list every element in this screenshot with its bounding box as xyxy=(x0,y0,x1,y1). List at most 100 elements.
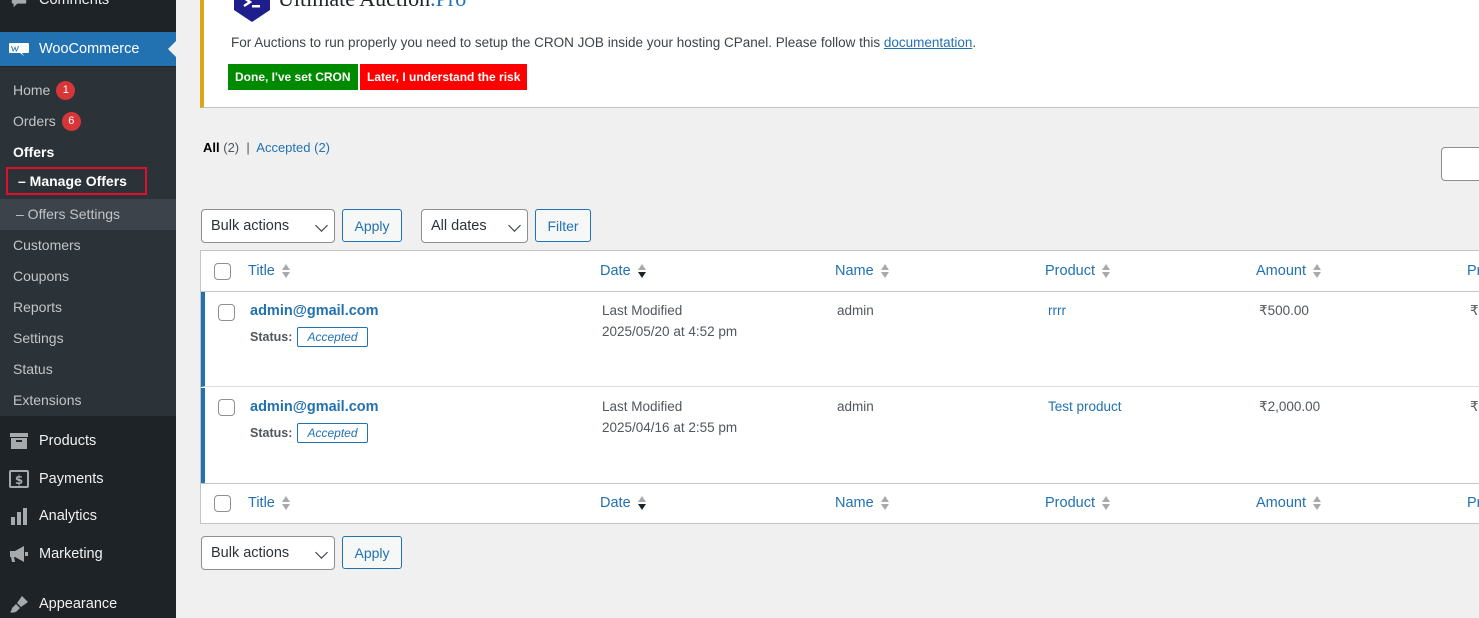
status-label: Status: xyxy=(250,426,293,440)
date-filter-value: All dates xyxy=(431,218,487,234)
menu-woocommerce[interactable]: WooCommerce xyxy=(0,32,176,66)
apply-button-bottom[interactable]: Apply xyxy=(342,536,402,569)
column-product-label: Product xyxy=(1045,263,1095,279)
submenu-reports[interactable]: Reports xyxy=(13,297,62,317)
product-link[interactable]: rrrr xyxy=(1048,303,1066,318)
menu-appearance-label: Appearance xyxy=(39,596,118,612)
column-price-footer[interactable]: Pr xyxy=(1467,495,1479,511)
menu-marketing[interactable]: Marketing xyxy=(0,537,176,571)
submenu-manage-offers[interactable]: – Manage Offers xyxy=(6,167,147,195)
submenu-orders[interactable]: Orders 6 xyxy=(13,111,81,131)
date-label: Last Modified xyxy=(602,303,683,318)
submenu-settings[interactable]: Settings xyxy=(13,328,64,348)
sort-desc-icon xyxy=(637,264,646,278)
view-all-link[interactable]: All xyxy=(203,140,220,155)
column-product-footer[interactable]: Product xyxy=(1045,495,1110,511)
price-value: ₹5 xyxy=(1470,303,1479,318)
column-name-label: Name xyxy=(835,495,874,511)
submenu-offers[interactable]: Offers xyxy=(13,142,54,162)
submenu-customers[interactable]: Customers xyxy=(13,235,81,255)
cron-done-button[interactable]: Done, I've set CRON xyxy=(228,64,358,90)
row-checkbox[interactable] xyxy=(218,399,235,416)
column-name-footer[interactable]: Name xyxy=(835,495,889,511)
submenu-status[interactable]: Status xyxy=(13,359,53,379)
submenu-orders-label: Orders xyxy=(13,113,56,129)
column-amount-footer[interactable]: Amount xyxy=(1256,495,1321,511)
column-name-label: Name xyxy=(835,263,874,279)
chevron-down-icon xyxy=(315,546,328,559)
cron-later-button[interactable]: Later, I understand the risk xyxy=(360,64,528,90)
filter-button[interactable]: Filter xyxy=(535,209,591,242)
sort-icon xyxy=(880,264,889,278)
notice-title-suffix: .Pro xyxy=(430,0,466,11)
column-product-label: Product xyxy=(1045,495,1095,511)
bulk-actions-select-bottom[interactable]: Bulk actions xyxy=(201,536,335,570)
home-count-badge: 1 xyxy=(56,80,76,100)
bulk-actions-value: Bulk actions xyxy=(211,218,290,234)
menu-comments-label: Comments xyxy=(39,0,110,8)
submenu-offers-settings[interactable]: – Offers Settings xyxy=(16,204,120,224)
amount-value: ₹500.00 xyxy=(1259,303,1309,318)
menu-payments-label: Payments xyxy=(39,471,104,487)
sort-icon xyxy=(1101,264,1110,278)
menu-products[interactable]: Products xyxy=(0,424,176,458)
sort-icon xyxy=(281,264,290,278)
menu-comments[interactable]: Comments xyxy=(0,0,176,17)
column-title-footer[interactable]: Title xyxy=(248,495,290,511)
table-row: admin@gmail.com Status: Accepted Last Mo… xyxy=(201,292,1479,387)
view-accepted-count: (2) xyxy=(314,140,330,155)
apply-button-top[interactable]: Apply xyxy=(342,209,402,242)
price-value: ₹2 xyxy=(1470,399,1479,414)
offers-table: Title Date Name Product Amount Pr admin@… xyxy=(200,250,1479,524)
table-row: admin@gmail.com Status: Accepted Last Mo… xyxy=(201,388,1479,483)
documentation-link[interactable]: documentation xyxy=(884,35,973,50)
table-footer: Title Date Name Product Amount Pr xyxy=(201,483,1479,524)
date-filter-select[interactable]: All dates xyxy=(421,209,528,243)
menu-products-label: Products xyxy=(39,433,97,449)
submenu-home[interactable]: Home 1 xyxy=(13,80,76,100)
offer-email-link[interactable]: admin@gmail.com xyxy=(250,399,379,415)
column-title[interactable]: Title xyxy=(248,263,290,279)
select-all-checkbox-bottom[interactable] xyxy=(214,495,231,512)
notice-body: For Auctions to run properly you need to… xyxy=(231,35,884,50)
select-all-checkbox[interactable] xyxy=(214,263,231,280)
bulk-actions-select-top[interactable]: Bulk actions xyxy=(201,209,335,243)
column-date-footer[interactable]: Date xyxy=(600,495,646,511)
column-date-label: Date xyxy=(600,495,631,511)
name-value: admin xyxy=(837,399,874,414)
sort-icon xyxy=(281,496,290,510)
woocommerce-icon xyxy=(9,39,29,59)
view-accepted-link[interactable]: Accepted (2) xyxy=(256,140,330,155)
date-label: Last Modified xyxy=(602,399,683,414)
column-amount-label: Amount xyxy=(1256,495,1306,511)
offer-email-link[interactable]: admin@gmail.com xyxy=(250,303,379,319)
column-product[interactable]: Product xyxy=(1045,263,1110,279)
notice-title: Ultimate Auction.Pro xyxy=(278,0,466,12)
search-input[interactable] xyxy=(1441,147,1479,181)
sort-icon xyxy=(1312,264,1321,278)
payments-icon: $ xyxy=(9,469,29,489)
column-date[interactable]: Date xyxy=(600,263,646,279)
status-badge: Accepted xyxy=(297,423,368,443)
amount-value: ₹2,000.00 xyxy=(1259,399,1321,414)
menu-appearance[interactable]: Appearance xyxy=(0,587,176,618)
paintbrush-icon xyxy=(9,594,29,614)
bar-chart-icon xyxy=(9,506,29,526)
column-amount[interactable]: Amount xyxy=(1256,263,1321,279)
column-title-label: Title xyxy=(248,495,275,511)
product-link[interactable]: Test product xyxy=(1048,399,1122,414)
submenu-coupons[interactable]: Coupons xyxy=(13,266,69,286)
submenu-extensions[interactable]: Extensions xyxy=(13,390,81,410)
row-checkbox[interactable] xyxy=(218,304,235,321)
column-price[interactable]: Pr xyxy=(1467,263,1479,279)
admin-sidebar: Comments WooCommerce Home 1 Orders 6 Off… xyxy=(0,0,176,618)
date-value: 2025/04/16 at 2:55 pm xyxy=(602,420,738,435)
menu-analytics-label: Analytics xyxy=(39,508,98,524)
notice-period: . xyxy=(972,35,977,50)
menu-analytics[interactable]: Analytics xyxy=(0,499,176,533)
menu-payments[interactable]: $ Payments xyxy=(0,462,176,496)
column-name[interactable]: Name xyxy=(835,263,889,279)
comments-icon xyxy=(9,0,29,10)
name-value: admin xyxy=(837,303,874,318)
archive-icon xyxy=(9,431,29,451)
